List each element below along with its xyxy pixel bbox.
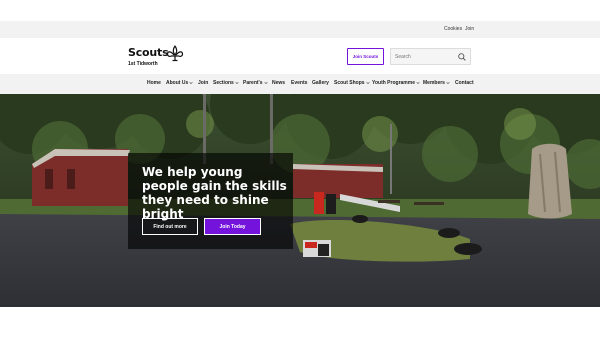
nav-item-contact[interactable]: Contact [455,80,474,86]
fleur-de-lis-icon [166,45,184,62]
hero-panel: We help young people gain the skills the… [128,153,293,249]
search-box [390,48,471,65]
nav-item-parents[interactable]: Parent's [243,80,268,86]
nav-item-about-us[interactable]: About Us [166,80,193,86]
find-out-more-button[interactable]: Find out more [142,218,198,235]
search-icon[interactable] [457,52,467,62]
logo-wordmark: Scouts [128,46,169,59]
chevron-down-icon [235,81,239,84]
nav-item-join[interactable]: Join [198,80,208,86]
cookies-link[interactable]: Cookies [444,26,462,32]
page: Cookies Join Scouts 1st Tidworth Join Sc… [0,0,600,338]
utility-bar: Cookies Join [0,21,600,38]
site-header: Scouts 1st Tidworth Join Scouts [0,38,600,74]
nav-item-home[interactable]: Home [147,80,161,86]
chevron-down-icon [365,81,370,84]
chevron-down-icon [263,81,268,84]
nav-item-gallery[interactable]: Gallery [312,80,329,86]
join-today-button[interactable]: Join Today [204,218,261,235]
nav-item-news[interactable]: News [272,80,285,86]
chevron-down-icon [446,81,450,84]
nav-item-members[interactable]: Members [423,80,450,86]
nav-item-events[interactable]: Events [291,80,307,86]
scouts-logo[interactable]: Scouts 1st Tidworth [128,45,188,68]
group-name: 1st Tidworth [128,61,158,67]
search-input[interactable] [395,52,455,62]
chevron-down-icon [416,81,420,84]
nav-item-scout-shops[interactable]: Scout Shops [334,80,370,86]
main-nav: Home About Us Join Sections Parent's New… [0,74,600,94]
chevron-down-icon [189,81,193,84]
join-scouts-button[interactable]: Join Scouts [347,48,384,65]
nav-item-sections[interactable]: Sections [213,80,239,86]
hero-banner: We help young people gain the skills the… [0,94,600,307]
page-body [0,307,600,338]
nav-item-youth-programme[interactable]: Youth Programme [372,80,420,86]
hero-heading: We help young people gain the skills the… [142,165,287,221]
hero-photo [0,94,600,307]
utility-join-link[interactable]: Join [465,26,474,32]
